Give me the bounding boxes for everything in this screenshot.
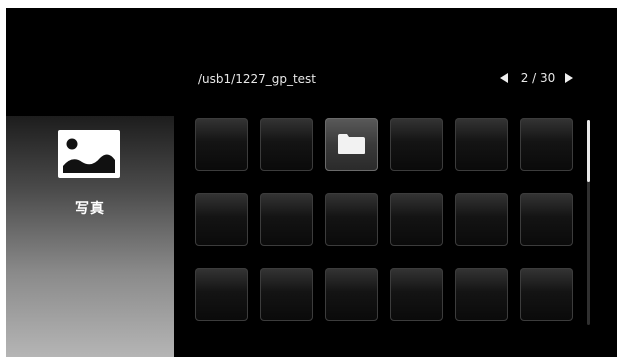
grid-tile[interactable] xyxy=(195,193,248,246)
folder-tile[interactable] xyxy=(325,118,378,171)
grid-tile[interactable] xyxy=(195,268,248,321)
category-panel: 写真 xyxy=(6,116,174,357)
media-browser-screen: /usb1/1227_gp_test 2 / 30 写真 xyxy=(6,8,617,357)
current-path: /usb1/1227_gp_test xyxy=(198,72,317,86)
grid-tile[interactable] xyxy=(455,268,508,321)
grid-tile[interactable] xyxy=(520,193,573,246)
grid-tile[interactable] xyxy=(260,118,313,171)
grid-tile[interactable] xyxy=(390,193,443,246)
category-label: 写真 xyxy=(75,201,105,217)
photo-icon[interactable] xyxy=(58,130,120,178)
grid-tile[interactable] xyxy=(195,118,248,171)
scroll-thumb[interactable] xyxy=(587,120,590,182)
grid-tile[interactable] xyxy=(455,193,508,246)
grid-tile[interactable] xyxy=(455,118,508,171)
grid-tile[interactable] xyxy=(390,118,443,171)
grid-tile[interactable] xyxy=(260,193,313,246)
grid-tile[interactable] xyxy=(325,268,378,321)
grid-tile[interactable] xyxy=(390,268,443,321)
page-navigator: 2 / 30 xyxy=(497,71,577,87)
next-page-icon[interactable] xyxy=(565,73,573,83)
prev-page-icon[interactable] xyxy=(500,73,508,83)
grid-tile[interactable] xyxy=(260,268,313,321)
file-grid xyxy=(195,118,579,336)
grid-tile[interactable] xyxy=(520,118,573,171)
grid-tile[interactable] xyxy=(325,193,378,246)
scrollbar[interactable] xyxy=(587,120,590,325)
page-indicator: 2 / 30 xyxy=(520,71,556,85)
folder-icon xyxy=(338,134,365,154)
grid-tile[interactable] xyxy=(520,268,573,321)
